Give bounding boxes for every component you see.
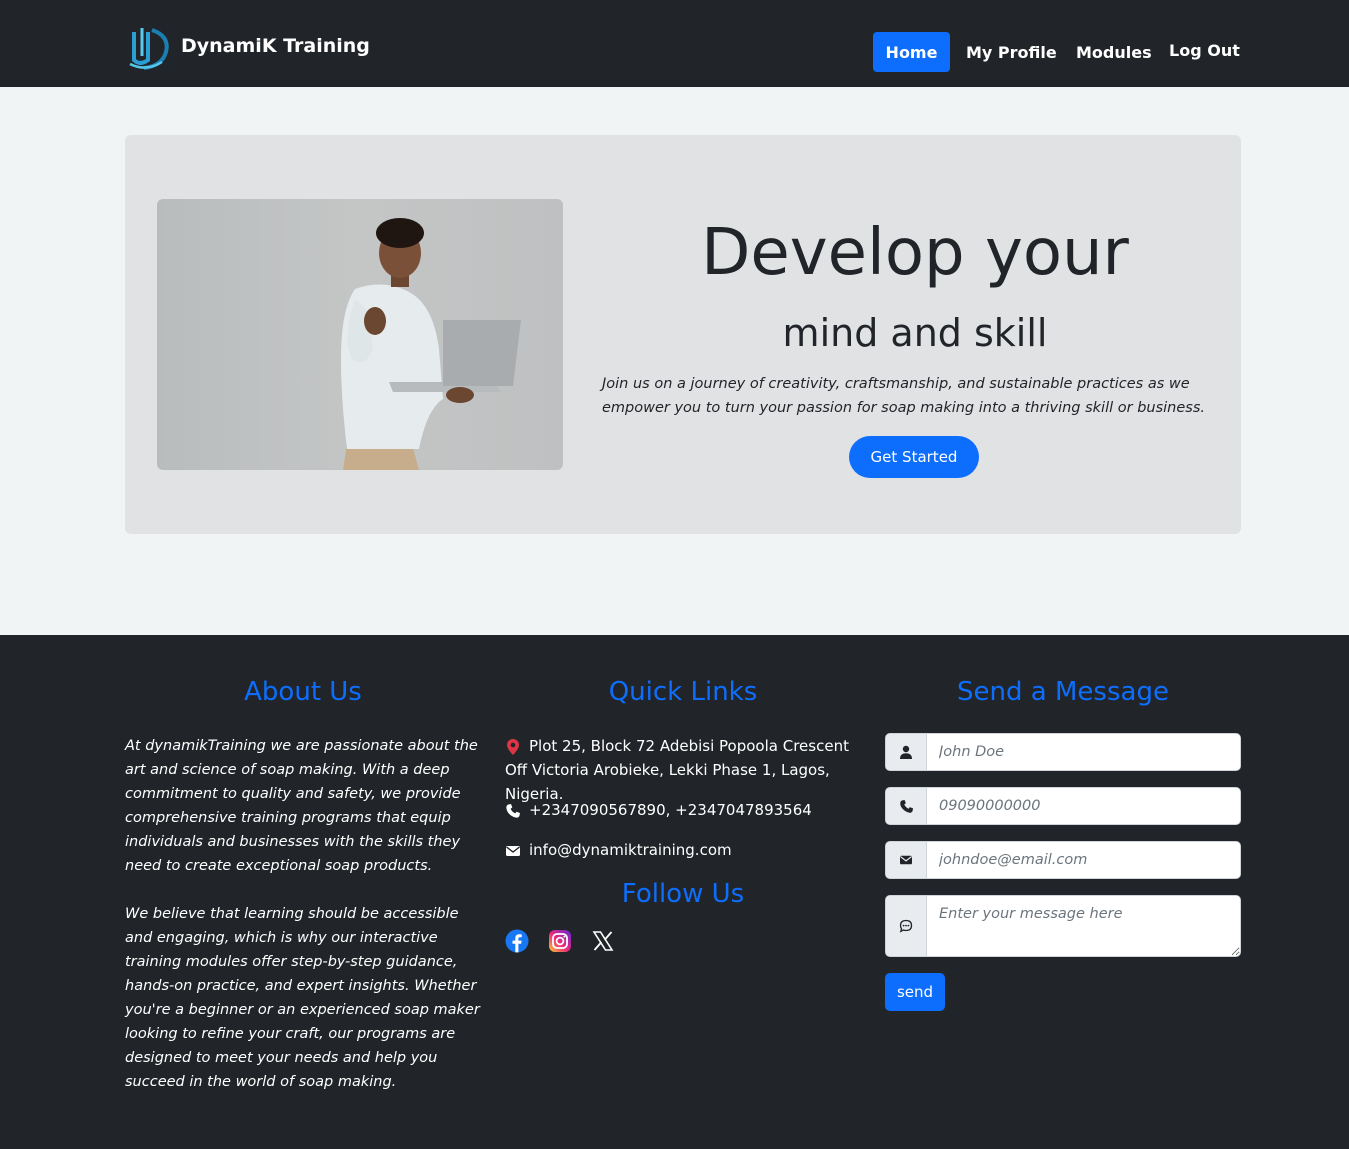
contact-email: info@dynamiktraining.com	[505, 838, 865, 862]
instagram-icon[interactable]	[548, 929, 572, 953]
navbar: DynamiK Training Home My Profile Modules…	[0, 0, 1349, 87]
hero-section: Develop your mind and skill Join us on a…	[125, 135, 1241, 534]
contact-address: Plot 25, Block 72 Adebisi Popoola Cresce…	[505, 734, 865, 806]
hero-title: Develop your	[701, 216, 1129, 290]
quick-links-heading: Quick Links	[608, 677, 758, 707]
send-button[interactable]: send	[885, 973, 945, 1011]
brand-name: DynamiK Training	[181, 35, 370, 57]
email-field	[885, 841, 1241, 879]
nav-my-profile[interactable]: My Profile	[966, 43, 1057, 62]
phone-field	[885, 787, 1241, 825]
email-text[interactable]: info@dynamiktraining.com	[529, 841, 732, 859]
brand[interactable]: DynamiK Training	[126, 22, 370, 72]
contact-phone: +2347090567890, +2347047893564	[505, 798, 865, 822]
footer: About Us At dynamikTraining we are passi…	[0, 635, 1349, 1149]
send-message-heading: Send a Message	[957, 677, 1169, 707]
about-us-heading: About Us	[244, 677, 362, 707]
hero-description: Join us on a journey of creativity, craf…	[602, 376, 1205, 416]
person-icon	[886, 734, 927, 770]
message-textarea[interactable]	[927, 896, 1240, 956]
envelope-icon	[886, 842, 927, 878]
phone-icon	[506, 803, 520, 818]
facebook-icon[interactable]	[505, 929, 529, 953]
phone-icon	[886, 788, 927, 824]
x-icon[interactable]	[591, 929, 615, 953]
logo-icon	[129, 28, 169, 70]
nav-home[interactable]: Home	[873, 32, 950, 72]
message-field	[885, 895, 1241, 957]
location-pin-icon	[507, 738, 519, 755]
nav-log-out[interactable]: Log Out	[1169, 41, 1240, 60]
about-us-paragraph-1: At dynamikTraining we are passionate abo…	[125, 738, 478, 874]
about-us-paragraph-2: We believe that learning should be acces…	[125, 906, 480, 1090]
follow-us-heading: Follow Us	[621, 879, 745, 909]
get-started-button[interactable]: Get Started	[849, 436, 979, 478]
name-input[interactable]	[927, 734, 1240, 770]
nav-modules[interactable]: Modules	[1076, 43, 1152, 62]
phone-text: +2347090567890, +2347047893564	[529, 801, 812, 819]
address-text: Plot 25, Block 72 Adebisi Popoola Cresce…	[505, 737, 849, 803]
name-field	[885, 733, 1241, 771]
hero-image	[157, 199, 563, 470]
chat-bubble-icon	[886, 896, 927, 956]
phone-input[interactable]	[927, 788, 1240, 824]
email-input[interactable]	[927, 842, 1240, 878]
hero-subtitle: mind and skill	[782, 311, 1048, 355]
hero-person-illustration	[341, 218, 521, 470]
envelope-icon	[506, 845, 520, 856]
